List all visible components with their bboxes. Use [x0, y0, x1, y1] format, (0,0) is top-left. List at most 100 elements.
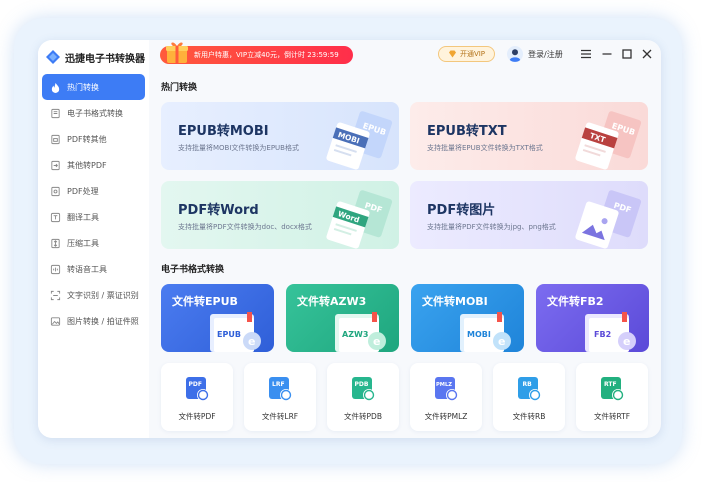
- card-file-to-pdf[interactable]: PDF 文件转PDF: [161, 363, 233, 431]
- epub-txt-illustration-icon: EPUB TXT: [575, 111, 642, 170]
- translate-icon: [50, 212, 61, 222]
- promo-banner[interactable]: 新用户特惠，VIP立减40元，倒计时 23:59:59: [160, 42, 353, 64]
- pdf-format-icon: PDF: [186, 377, 209, 401]
- card-file-to-pdb[interactable]: PDB 文件转PDB: [327, 363, 399, 431]
- card-title: 文件转AZW3: [297, 295, 367, 308]
- sidebar-item-label: 文字识别 / 票证识别: [67, 290, 139, 300]
- image-icon: [50, 316, 61, 326]
- scan-text-icon: [50, 290, 61, 300]
- sidebar-item-label: 转语音工具: [67, 264, 107, 274]
- rtf-format-icon: RTF: [601, 377, 624, 401]
- card-file-to-rtf[interactable]: RTF 文件转RTF: [576, 363, 648, 431]
- svg-text:e: e: [373, 335, 380, 348]
- open-vip-button[interactable]: 开通VIP: [438, 46, 495, 62]
- sidebar-item-other-to-pdf[interactable]: 其他转PDF: [42, 152, 145, 178]
- card-title: 文件转PMLZ: [424, 412, 468, 421]
- mobi-book-icon: MOBI e: [460, 312, 511, 352]
- card-title: EPUB转MOBI: [178, 124, 269, 139]
- card-file-to-fb2[interactable]: 文件转FB2 FB2 e: [536, 284, 649, 352]
- card-title: 文件转MOBI: [422, 295, 488, 308]
- sidebar-item-label: 其他转PDF: [67, 160, 107, 170]
- ebook-section-title: 电子书格式转换: [161, 265, 225, 275]
- close-icon[interactable]: [640, 47, 654, 61]
- rb-format-icon: RB: [518, 377, 541, 401]
- card-desc: 支持批量将MOBI文件转换为EPUB格式: [178, 144, 299, 152]
- avatar-icon: [507, 46, 523, 62]
- card-pdf-to-word[interactable]: PDF转Word 支持批量将PDF文件转换为doc、docx格式 PDF Wor…: [161, 181, 399, 249]
- card-pdf-to-image[interactable]: PDF转图片 支持批量将PDF文件转换为jpg、png格式 PDF: [410, 181, 648, 249]
- menu-icon[interactable]: [579, 47, 593, 61]
- maximize-icon[interactable]: [620, 47, 634, 61]
- svg-text:e: e: [498, 335, 505, 348]
- format-tag: RTF: [604, 381, 617, 388]
- card-title: 文件转PDF: [178, 412, 216, 421]
- epub-mobi-illustration-icon: EPUB MOBI: [326, 111, 393, 170]
- lrf-format-icon: LRF: [269, 377, 292, 401]
- sidebar-item-label: PDF处理: [67, 186, 99, 196]
- card-epub-to-mobi[interactable]: EPUB转MOBI 支持批量将MOBI文件转换为EPUB格式 EPUB MOBI: [161, 102, 399, 170]
- card-title: 文件转FB2: [547, 295, 604, 308]
- sidebar-item-label: 图片转换 / 拍证件照: [67, 316, 139, 326]
- sidebar-item-pdf-process[interactable]: PDF处理: [42, 178, 145, 204]
- card-file-to-lrf[interactable]: LRF 文件转LRF: [244, 363, 316, 431]
- diamond-icon: [448, 50, 456, 58]
- sidebar-item-ocr[interactable]: 文字识别 / 票证识别: [42, 282, 145, 308]
- app-name: 迅捷电子书转换器: [65, 53, 145, 65]
- brand: 迅捷电子书转换器: [46, 47, 145, 67]
- card-title: EPUB转TXT: [427, 124, 507, 139]
- card-desc: 支持批量将PDF文件转换为jpg、png格式: [427, 223, 556, 231]
- card-title: PDF转图片: [427, 203, 496, 218]
- card-desc: 支持批量将PDF文件转换为doc、docx格式: [178, 223, 312, 231]
- svg-text:e: e: [623, 335, 630, 348]
- card-title: 文件转RTF: [593, 412, 631, 421]
- card-title: 文件转PDB: [344, 412, 382, 421]
- minimize-icon[interactable]: [600, 47, 614, 61]
- pdf-image-illustration-icon: PDF: [575, 190, 642, 249]
- card-epub-to-txt[interactable]: EPUB转TXT 支持批量将EPUB文件转换为TXT格式 EPUB TXT: [410, 102, 648, 170]
- compress-icon: [51, 238, 60, 248]
- card-title: 文件转EPUB: [172, 295, 238, 308]
- sidebar-item-label: 压缩工具: [67, 238, 99, 248]
- sidebar-item-ebook-format[interactable]: 电子书格式转换: [42, 100, 145, 126]
- format-tag: PDB: [355, 381, 369, 388]
- sidebar-item-label: 热门转换: [67, 82, 99, 92]
- card-title: PDF转Word: [178, 203, 259, 218]
- sidebar-nav: 热门转换 电子书格式转换 PDF转其他 其他转PDF PDF处理 翻译工具 压缩…: [42, 74, 145, 334]
- card-file-to-epub[interactable]: 文件转EPUB EPUB e: [161, 284, 274, 352]
- login-register[interactable]: 登录/注册: [507, 45, 563, 63]
- sidebar-item-to-speech[interactable]: 转语音工具: [42, 256, 145, 282]
- card-file-to-mobi[interactable]: 文件转MOBI MOBI e: [411, 284, 524, 352]
- format-tag: MOBI: [467, 330, 491, 339]
- sidebar-item-translate[interactable]: 翻译工具: [42, 204, 145, 230]
- pdb-format-icon: PDB: [352, 377, 375, 401]
- pmlz-format-icon: PMLZ: [435, 377, 458, 401]
- fb2-book-icon: FB2 e: [585, 312, 636, 352]
- format-tag: PDF: [189, 381, 202, 388]
- card-title: 文件转RB: [512, 412, 546, 421]
- sidebar-item-pdf-to-other[interactable]: PDF转其他: [42, 126, 145, 152]
- pdf-tool-icon: [51, 186, 60, 196]
- app-window: 迅捷电子书转换器 热门转换 电子书格式转换 PDF转其他 其他转PDF PDF处…: [38, 40, 661, 438]
- sidebar-item-label: 翻译工具: [67, 212, 99, 222]
- sidebar-item-compress[interactable]: 压缩工具: [42, 230, 145, 256]
- vip-label: 开通VIP: [459, 50, 486, 58]
- epub-book-icon: EPUB e: [210, 312, 261, 352]
- sidebar-item-label: 电子书格式转换: [67, 108, 123, 118]
- hot-section-title: 热门转换: [161, 83, 198, 93]
- svg-text:e: e: [248, 335, 255, 348]
- azw3-book-icon: AZW3 e: [335, 312, 386, 352]
- pdf-file-icon: [51, 134, 60, 144]
- file-convert-icon: [51, 160, 60, 170]
- card-file-to-rb[interactable]: RB 文件转RB: [493, 363, 565, 431]
- card-file-to-pmlz[interactable]: PMLZ 文件转PMLZ: [410, 363, 482, 431]
- format-tag: AZW3: [342, 330, 368, 339]
- format-tag: EPUB: [217, 330, 241, 339]
- sidebar-item-hot[interactable]: 热门转换: [42, 74, 145, 100]
- sidebar-item-image[interactable]: 图片转换 / 拍证件照: [42, 308, 145, 334]
- promo-text: 新用户特惠，VIP立减40元，倒计时 23:59:59: [194, 51, 339, 59]
- login-label: 登录/注册: [528, 49, 563, 59]
- card-file-to-azw3[interactable]: 文件转AZW3 AZW3 e: [286, 284, 399, 352]
- flame-icon: [51, 82, 60, 93]
- card-title: 文件转LRF: [261, 412, 299, 421]
- book-icon: [51, 108, 60, 118]
